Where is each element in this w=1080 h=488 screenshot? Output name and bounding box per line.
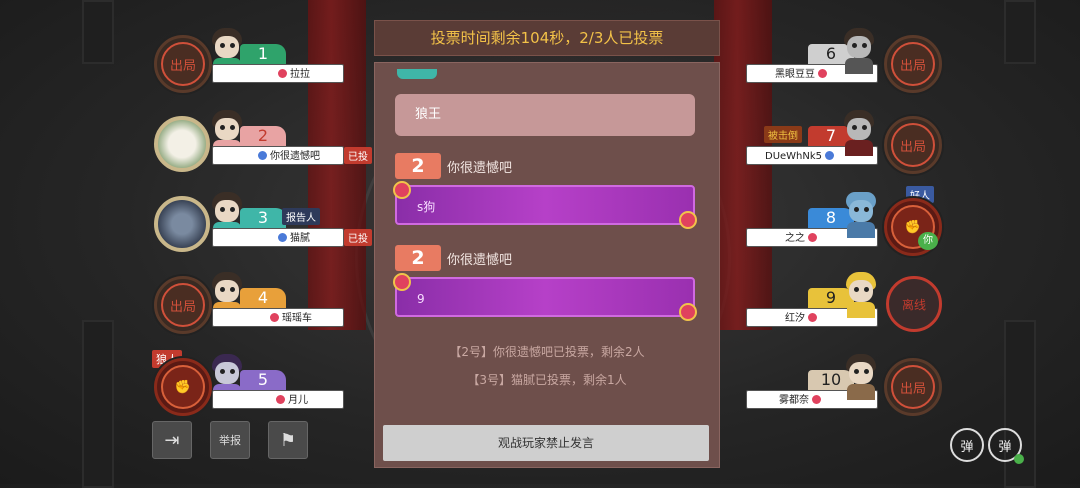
character-avatar bbox=[840, 190, 882, 238]
flame-ornament-icon bbox=[679, 211, 697, 229]
player-nameplate: 你很遗憾吧 bbox=[212, 146, 344, 165]
pillar bbox=[1004, 0, 1036, 64]
vote-target-name: 9 bbox=[417, 292, 425, 306]
voter-name: 你很遗憾吧 bbox=[447, 160, 513, 176]
werewolf-fist-badge: ✊ bbox=[154, 358, 212, 416]
danmu-toggle-button[interactable]: 弹 bbox=[988, 428, 1024, 464]
gender-icon bbox=[278, 233, 287, 242]
pillar bbox=[82, 0, 114, 64]
gender-icon bbox=[818, 69, 827, 78]
gender-icon bbox=[278, 69, 287, 78]
out-label: 出局 bbox=[161, 283, 205, 327]
out-label: 出局 bbox=[891, 123, 935, 167]
fist-icon: ✊ bbox=[161, 365, 205, 409]
gender-icon bbox=[808, 233, 817, 242]
player-nameplate: 瑶瑶车 bbox=[212, 308, 344, 327]
player-nameplate: 拉拉 bbox=[212, 64, 344, 83]
player-name: 之之 bbox=[785, 233, 805, 244]
player-name: 瑶瑶车 bbox=[282, 313, 312, 324]
vote-target-bar[interactable]: 9 bbox=[393, 273, 697, 321]
curtain-right bbox=[714, 0, 772, 330]
vote-record-voter: 2 你很遗憾吧 bbox=[395, 153, 512, 179]
flame-ornament-icon bbox=[393, 181, 411, 199]
gender-icon bbox=[825, 151, 835, 160]
report-button[interactable]: 举报 bbox=[210, 421, 250, 459]
out-badge: 出局 bbox=[884, 358, 942, 416]
player-name: 月儿 bbox=[288, 395, 308, 406]
vote-target-name: s狗 bbox=[417, 200, 436, 214]
out-badge: 出局 bbox=[154, 276, 212, 334]
vote-record-voter: 2 你很遗憾吧 bbox=[395, 245, 512, 271]
player-nameplate: 月儿 bbox=[212, 390, 344, 409]
offline-badge: 离线 bbox=[886, 276, 942, 332]
seat-number: 2 bbox=[240, 126, 286, 146]
flame-ornament-icon bbox=[393, 273, 411, 291]
player-name: 雾都奈 bbox=[779, 395, 809, 406]
vote-option-werewolf-king[interactable]: 狼王 bbox=[395, 94, 695, 136]
player-nameplate: 猫腻 bbox=[212, 228, 344, 247]
player-photo-avatar bbox=[154, 196, 210, 252]
gender-icon bbox=[812, 395, 821, 404]
character-avatar bbox=[838, 108, 880, 156]
voter-name: 你很遗憾吧 bbox=[447, 252, 513, 268]
player-name: 猫腻 bbox=[290, 233, 310, 244]
out-label: 出局 bbox=[891, 365, 935, 409]
player-name: 你很遗憾吧 bbox=[270, 151, 320, 162]
seat-number: 4 bbox=[240, 288, 286, 308]
check-icon bbox=[1014, 454, 1024, 464]
voted-tag: 已投 bbox=[344, 229, 372, 246]
vote-log-line: 【3号】猫腻已投票，剩余1人 bbox=[467, 373, 627, 387]
player-name: DUeWhNk5 bbox=[765, 151, 823, 162]
exit-icon: ⇥ bbox=[164, 429, 180, 451]
pillar bbox=[82, 320, 114, 488]
self-indicator: 你 bbox=[918, 232, 938, 250]
danmu-label: 弹 bbox=[960, 439, 974, 455]
flame-ornament-icon bbox=[679, 303, 697, 321]
player-name: 拉拉 bbox=[290, 69, 310, 80]
character-avatar bbox=[840, 270, 882, 318]
player-photo-avatar bbox=[154, 116, 210, 172]
seat-number: 3 bbox=[240, 208, 286, 228]
character-avatar bbox=[840, 352, 882, 400]
spectator-mute-notice: 观战玩家禁止发言 bbox=[383, 425, 709, 461]
out-badge: 出局 bbox=[884, 35, 942, 93]
seat-number: 1 bbox=[240, 44, 286, 64]
vote-panel: 狼王 2 你很遗憾吧 s狗 2 你很遗憾吧 9 【2号】你很遗憾吧已投票，剩余2人 … bbox=[374, 62, 720, 468]
report-label: 举报 bbox=[219, 434, 241, 447]
danmu-label: 弹 bbox=[998, 439, 1012, 455]
vote-timer-header: 投票时间剩余104秒，2/3人已投票 bbox=[374, 20, 720, 56]
danmu-button[interactable]: 弹 bbox=[950, 428, 984, 462]
voter-number: 2 bbox=[395, 245, 441, 271]
scroll-edge-marker bbox=[397, 69, 437, 79]
out-label: 出局 bbox=[161, 42, 205, 86]
player-name: 黑眼豆豆 bbox=[775, 69, 815, 80]
seat-number: 5 bbox=[240, 370, 286, 390]
exit-button[interactable]: ⇥ bbox=[152, 421, 192, 459]
gender-icon bbox=[808, 313, 817, 322]
out-label: 出局 bbox=[891, 42, 935, 86]
map-sign-button[interactable]: ⚑ bbox=[268, 421, 308, 459]
vote-target-bar[interactable]: s狗 bbox=[393, 181, 697, 229]
role-tag-reporter: 报告人 bbox=[282, 208, 320, 225]
gender-icon bbox=[258, 151, 267, 160]
character-avatar bbox=[838, 26, 880, 74]
map-flag-icon: ⚑ bbox=[279, 429, 297, 451]
knocked-down-tag: 被击倒 bbox=[764, 126, 802, 143]
gender-icon bbox=[276, 395, 285, 404]
vote-log-line: 【2号】你很遗憾吧已投票，剩余2人 bbox=[449, 345, 645, 359]
voter-number: 2 bbox=[395, 153, 441, 179]
voted-tag: 已投 bbox=[344, 147, 372, 164]
player-name: 红汐 bbox=[785, 313, 805, 324]
out-badge: 出局 bbox=[154, 35, 212, 93]
gender-icon bbox=[270, 313, 279, 322]
out-badge: 出局 bbox=[884, 116, 942, 174]
